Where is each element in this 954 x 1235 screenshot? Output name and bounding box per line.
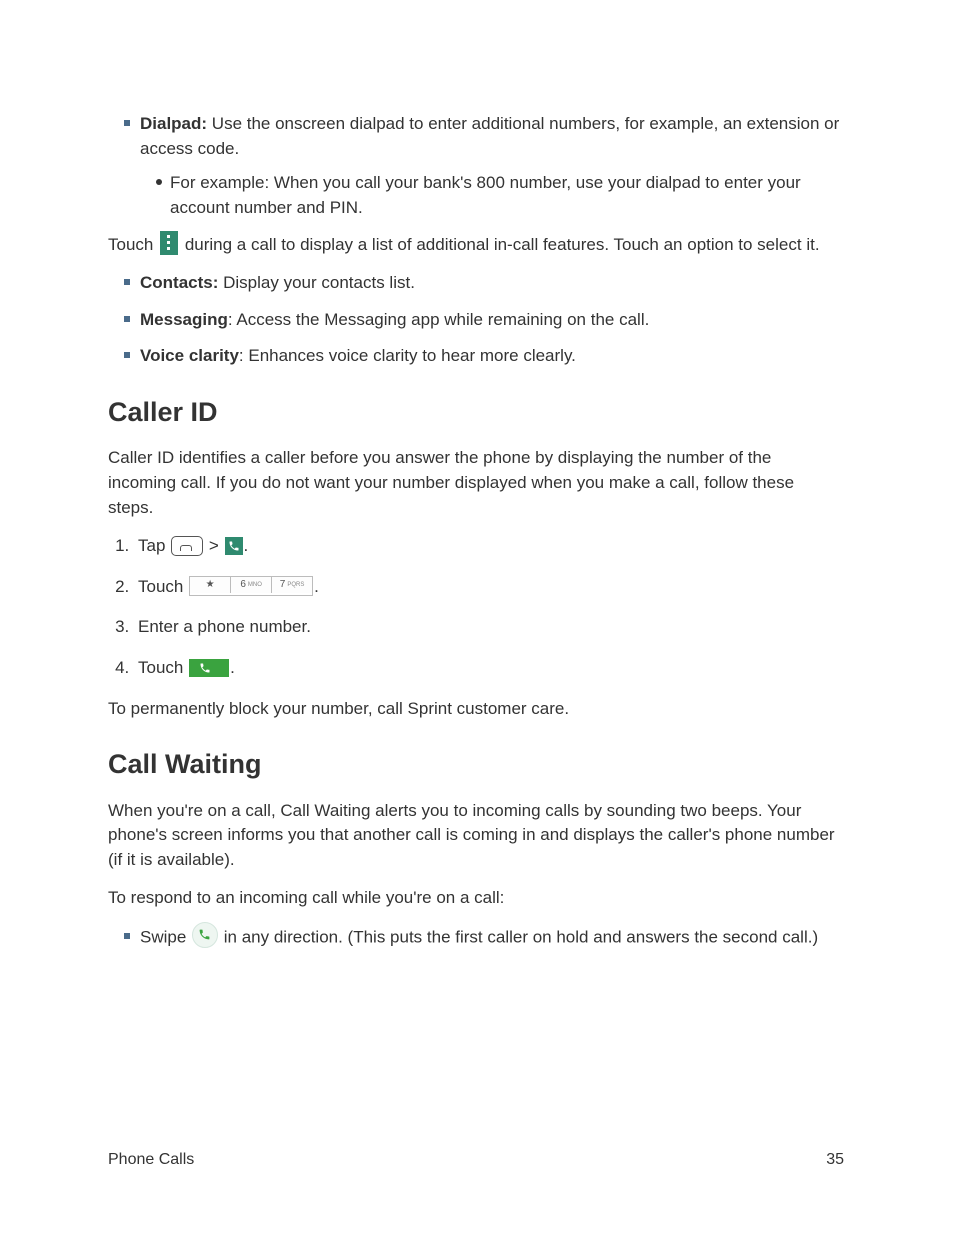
step4-after: . xyxy=(230,658,235,677)
dialpad-example: For example: When you call your bank's 8… xyxy=(170,171,844,220)
contacts-label: Contacts: xyxy=(140,273,218,292)
step-3: Enter a phone number. xyxy=(134,615,844,640)
caller-id-steps: Tap > . Touch ★6MNO7PQRS. Enter a phone … xyxy=(108,534,844,681)
call-waiting-list: Swipe in any direction. (This puts the f… xyxy=(108,925,844,951)
step-1: Tap > . xyxy=(134,534,844,559)
call-waiting-intro: When you're on a call, Call Waiting aler… xyxy=(108,799,844,873)
contacts-text: Display your contacts list. xyxy=(218,273,415,292)
step-4: Touch . xyxy=(134,656,844,681)
step2-after: . xyxy=(314,577,319,596)
touch-after: during a call to display a list of addit… xyxy=(180,235,819,254)
key-star: ★ xyxy=(190,577,231,593)
document-page: Dialpad: Use the onscreen dialpad to ent… xyxy=(0,0,954,1235)
step1-sep: > xyxy=(204,536,223,555)
dialpad-list: Dialpad: Use the onscreen dialpad to ent… xyxy=(108,112,844,221)
step-2: Touch ★6MNO7PQRS. xyxy=(134,575,844,600)
voice-clarity-item: Voice clarity: Enhances voice clarity to… xyxy=(140,344,844,369)
overflow-menu-icon xyxy=(160,231,178,255)
phone-app-icon xyxy=(225,537,243,555)
swipe-after: in any direction. (This puts the first c… xyxy=(219,928,818,947)
step1-before: Tap xyxy=(138,536,170,555)
incall-feature-list: Contacts: Display your contacts list. Me… xyxy=(108,271,844,369)
answer-call-icon xyxy=(192,922,218,948)
call-waiting-respond: To respond to an incoming call while you… xyxy=(108,886,844,911)
voice-text: : Enhances voice clarity to hear more cl… xyxy=(239,346,576,365)
caller-id-heading: Caller ID xyxy=(108,393,844,432)
step2-before: Touch xyxy=(138,577,188,596)
touch-menu-paragraph: Touch during a call to display a list of… xyxy=(108,233,844,258)
footer-section: Phone Calls xyxy=(108,1148,194,1171)
swipe-item: Swipe in any direction. (This puts the f… xyxy=(140,925,844,951)
call-waiting-heading: Call Waiting xyxy=(108,745,844,784)
dialpad-sublist: For example: When you call your bank's 8… xyxy=(140,171,844,220)
call-button-icon xyxy=(189,659,229,677)
messaging-text: : Access the Messaging app while remaini… xyxy=(228,310,649,329)
home-key-icon xyxy=(171,536,203,556)
caller-id-intro: Caller ID identifies a caller before you… xyxy=(108,446,844,520)
caller-id-outro: To permanently block your number, call S… xyxy=(108,697,844,722)
contacts-item: Contacts: Display your contacts list. xyxy=(140,271,844,296)
voice-label: Voice clarity xyxy=(140,346,239,365)
page-footer: Phone Calls 35 xyxy=(108,1148,844,1171)
dialpad-label: Dialpad: xyxy=(140,114,207,133)
dialpad-text: Use the onscreen dialpad to enter additi… xyxy=(140,114,839,158)
touch-before: Touch xyxy=(108,235,158,254)
swipe-before: Swipe xyxy=(140,928,191,947)
dialpad-item: Dialpad: Use the onscreen dialpad to ent… xyxy=(140,112,844,221)
messaging-label: Messaging xyxy=(140,310,228,329)
dialpad-keys-icon: ★6MNO7PQRS xyxy=(189,576,313,596)
step1-after: . xyxy=(244,536,249,555)
messaging-item: Messaging: Access the Messaging app whil… xyxy=(140,308,844,333)
key-6: 6MNO xyxy=(231,577,272,593)
footer-page-number: 35 xyxy=(826,1148,844,1171)
step4-before: Touch xyxy=(138,658,188,677)
key-7: 7PQRS xyxy=(272,577,312,593)
